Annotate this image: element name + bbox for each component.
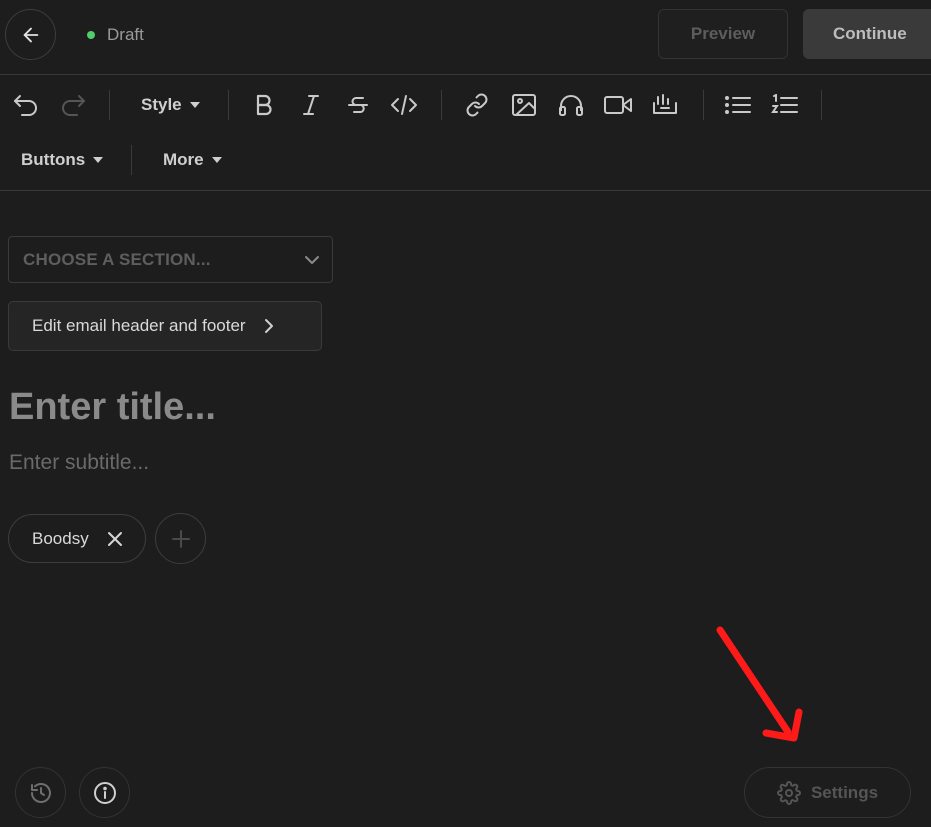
settings-button[interactable]: Settings	[744, 767, 911, 818]
buttons-dropdown[interactable]: Buttons	[21, 150, 104, 170]
history-button[interactable]	[15, 767, 66, 818]
draft-status: Draft	[87, 25, 144, 45]
arrow-left-icon	[20, 24, 42, 46]
header-divider	[0, 74, 931, 75]
history-icon	[29, 781, 53, 805]
close-icon[interactable]	[107, 531, 123, 547]
code-icon[interactable]	[388, 89, 420, 121]
style-label: Style	[141, 95, 182, 114]
continue-button[interactable]: Continue	[803, 9, 931, 59]
link-icon[interactable]	[461, 89, 493, 121]
settings-label: Settings	[810, 782, 879, 802]
edit-header-footer-button[interactable]: Edit email header and footer	[8, 301, 322, 351]
toolbar-separator	[109, 90, 110, 120]
caret-down-icon	[189, 102, 200, 108]
bullet-list-icon[interactable]	[722, 89, 754, 121]
tag-chip: Boodsy	[8, 514, 146, 563]
info-icon	[93, 781, 117, 805]
chevron-down-icon	[304, 255, 320, 265]
gear-icon	[777, 780, 801, 805]
title-input[interactable]: Enter title...	[9, 386, 216, 429]
video-icon[interactable]	[602, 89, 634, 121]
toolbar-separator	[131, 145, 132, 175]
redo-icon[interactable]	[57, 89, 89, 121]
more-label: More	[163, 150, 204, 169]
style-dropdown[interactable]: Style	[141, 95, 200, 115]
annotation-arrow-icon	[716, 626, 803, 742]
toolbar-divider	[0, 190, 931, 191]
section-select[interactable]: CHOOSE A SECTION...	[8, 236, 333, 283]
back-button[interactable]	[5, 9, 56, 60]
caret-down-icon	[93, 157, 104, 163]
chevron-right-icon	[264, 318, 274, 334]
poll-icon[interactable]	[649, 89, 681, 121]
caret-down-icon	[211, 157, 222, 163]
more-dropdown[interactable]: More	[163, 150, 222, 170]
undo-icon[interactable]	[10, 89, 42, 121]
numbered-list-icon[interactable]	[769, 89, 801, 121]
plus-icon	[171, 529, 190, 548]
strikethrough-icon[interactable]	[342, 89, 374, 121]
image-icon[interactable]	[508, 89, 540, 121]
toolbar-separator	[441, 90, 442, 120]
status-dot	[87, 31, 95, 39]
edit-header-footer-label: Edit email header and footer	[32, 316, 246, 335]
add-tag-button[interactable]	[155, 513, 206, 564]
status-text: Draft	[107, 25, 144, 44]
headphones-icon[interactable]	[555, 89, 587, 121]
buttons-label: Buttons	[21, 150, 86, 169]
bold-icon[interactable]	[248, 89, 280, 121]
tag-label: Boodsy	[32, 528, 89, 548]
preview-button[interactable]: Preview	[658, 9, 788, 59]
toolbar-separator	[703, 90, 704, 120]
italic-icon[interactable]	[295, 89, 327, 121]
toolbar-separator	[821, 90, 822, 120]
toolbar-separator	[228, 90, 229, 120]
section-placeholder: CHOOSE A SECTION...	[23, 249, 211, 269]
info-button[interactable]	[79, 767, 130, 818]
subtitle-input[interactable]: Enter subtitle...	[9, 451, 149, 475]
